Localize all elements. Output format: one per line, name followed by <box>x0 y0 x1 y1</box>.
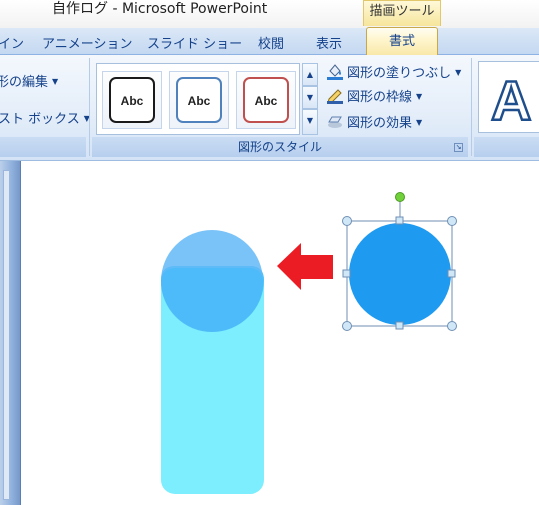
resize-handle-top-right[interactable] <box>447 216 457 226</box>
resize-handle-bottom[interactable] <box>395 321 404 330</box>
resize-handle-bottom-left[interactable] <box>342 321 352 331</box>
resize-handle-top-left[interactable] <box>342 216 352 226</box>
resize-handle-top[interactable] <box>395 216 404 225</box>
slide-shapes <box>161 192 457 494</box>
rotation-handle[interactable] <box>395 192 405 202</box>
resize-handle-left[interactable] <box>342 269 351 278</box>
red-arrow-shape[interactable] <box>277 243 333 290</box>
resize-handle-right[interactable] <box>447 269 456 278</box>
selected-circle-shape[interactable] <box>349 223 451 325</box>
resize-handle-bottom-right[interactable] <box>447 321 457 331</box>
